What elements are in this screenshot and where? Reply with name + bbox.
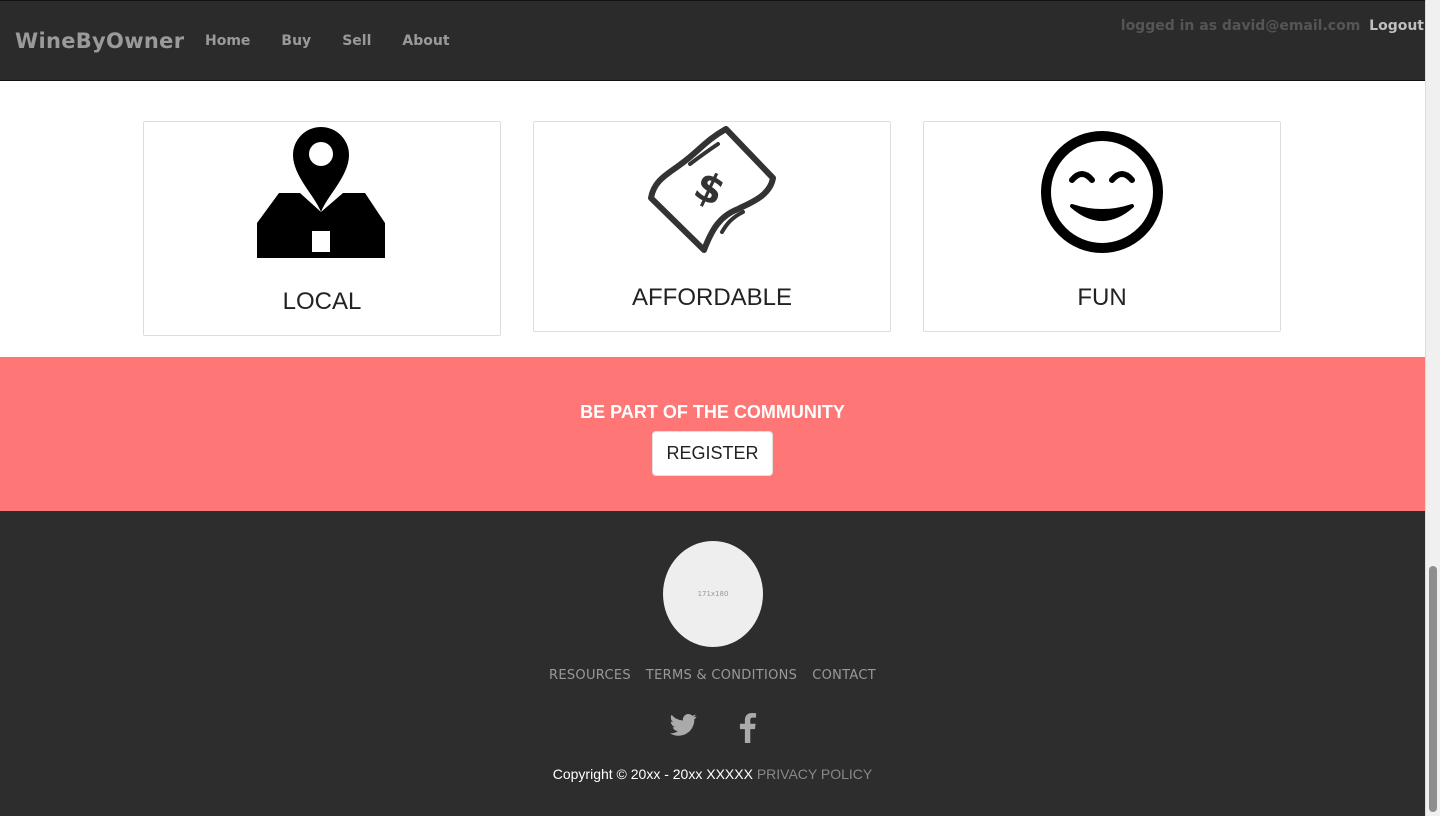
- logout-link[interactable]: Logout: [1369, 18, 1424, 34]
- scrollbar-thumb[interactable]: [1429, 566, 1437, 812]
- footer-link-contact[interactable]: CONTACT: [812, 668, 876, 683]
- vertical-scrollbar[interactable]: [1425, 0, 1440, 816]
- brand-logo[interactable]: WineByOwner: [15, 29, 184, 53]
- nav-link-home[interactable]: Home: [205, 33, 250, 49]
- page: WineByOwner Home Buy Sell About logged i…: [0, 0, 1425, 816]
- community-cta: BE PART OF THE COMMUNITY REGISTER: [0, 357, 1425, 511]
- nav-links: Home Buy Sell About: [205, 33, 450, 49]
- register-button[interactable]: REGISTER: [652, 431, 773, 476]
- logged-in-text: logged in as david@email.com: [1120, 18, 1361, 34]
- feature-card-affordable: $ AFFORDABLE: [533, 121, 891, 332]
- feature-title-affordable: AFFORDABLE: [631, 284, 793, 311]
- smiley-face-icon: [1041, 131, 1163, 253]
- map-pin-box-icon: [257, 127, 385, 258]
- twitter-icon[interactable]: [670, 713, 697, 742]
- nav-link-sell[interactable]: Sell: [342, 33, 371, 49]
- copyright: Copyright © 20xx - 20xx XXXXX PRIVACY PO…: [0, 766, 1425, 782]
- feature-card-local: LOCAL: [143, 121, 501, 336]
- footer-logo-placeholder: 171x180: [663, 541, 763, 647]
- dollar-bill-icon: $: [648, 126, 776, 253]
- footer-links: RESOURCES TERMS & CONDITIONS CONTACT: [0, 668, 1425, 683]
- svg-text:$: $: [687, 162, 732, 215]
- cta-heading: BE PART OF THE COMMUNITY: [580, 402, 845, 422]
- user-area: logged in as david@email.com Logout: [1121, 18, 1424, 34]
- facebook-icon[interactable]: [738, 713, 758, 748]
- nav-link-buy[interactable]: Buy: [281, 33, 311, 49]
- copyright-text: Copyright © 20xx - 20xx XXXXX: [552, 766, 753, 782]
- footer: 171x180 RESOURCES TERMS & CONDITIONS CON…: [0, 511, 1425, 816]
- navbar: WineByOwner Home Buy Sell About logged i…: [0, 0, 1425, 81]
- privacy-policy-link[interactable]: PRIVACY POLICY: [757, 766, 872, 782]
- feature-card-fun: FUN: [923, 121, 1281, 332]
- logo-placeholder-text: 171x180: [697, 590, 729, 598]
- feature-title-fun: FUN: [1077, 284, 1127, 311]
- footer-link-terms[interactable]: TERMS & CONDITIONS: [646, 668, 797, 683]
- feature-title-local: LOCAL: [282, 288, 362, 315]
- nav-link-about[interactable]: About: [402, 33, 449, 49]
- footer-link-resources[interactable]: RESOURCES: [549, 668, 631, 683]
